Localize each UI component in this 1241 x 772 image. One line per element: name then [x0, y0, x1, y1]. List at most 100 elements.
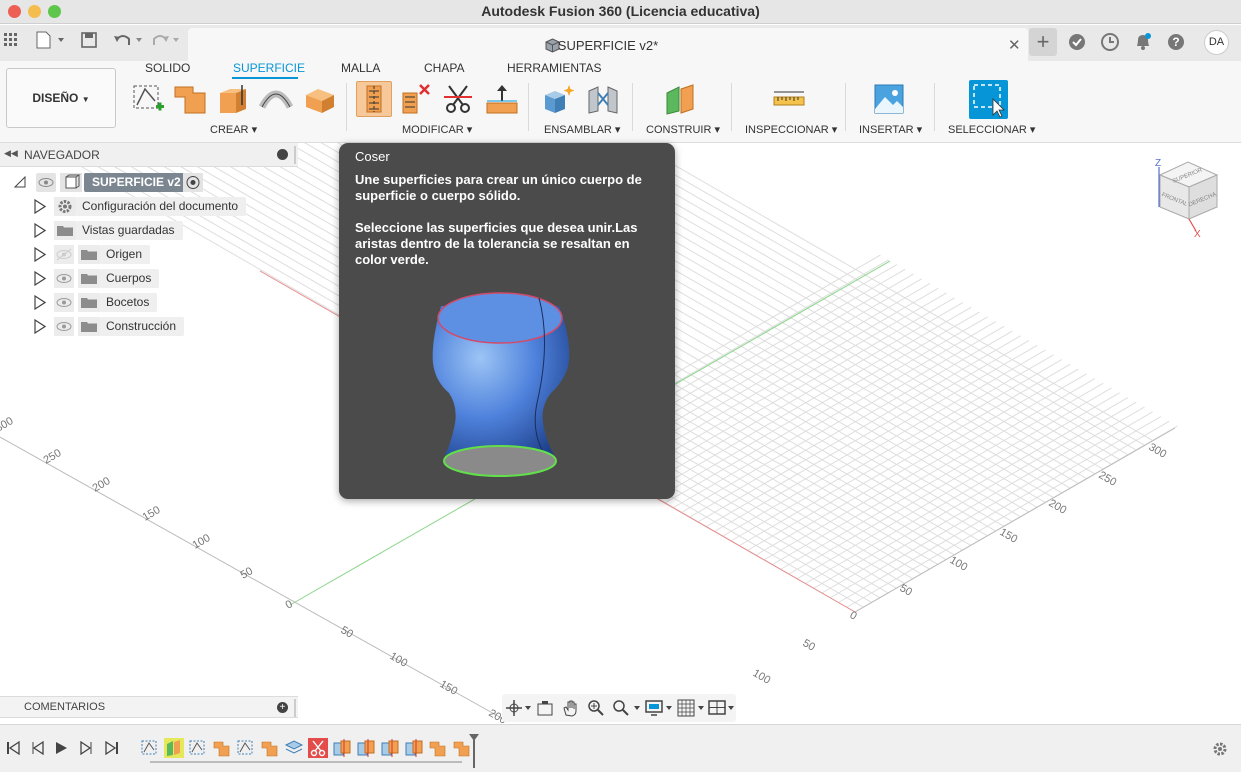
browser-item[interactable]: Vistas guardadas [0, 221, 298, 241]
step-back-icon[interactable] [31, 740, 45, 760]
activate-radio-icon[interactable] [183, 173, 203, 192]
eye-icon[interactable] [54, 269, 74, 288]
zoom-icon[interactable] [587, 699, 605, 722]
group-modificar[interactable]: MODIFICAR ▾ [402, 123, 472, 136]
new-component-icon[interactable] [542, 83, 576, 115]
tab-malla[interactable]: MALLA [341, 61, 380, 75]
browser-item[interactable]: Configuración del documento [0, 197, 298, 217]
grid-menu-icon[interactable] [4, 32, 18, 52]
timeline-feature-split-icon[interactable] [356, 738, 376, 758]
go-to-end-icon[interactable] [105, 740, 119, 760]
joint-icon[interactable] [586, 83, 620, 115]
browser-item[interactable]: Origen [0, 245, 298, 265]
eye-icon[interactable] [54, 293, 74, 312]
browser-item[interactable]: Cuerpos [0, 269, 298, 289]
group-seleccionar[interactable]: SELECCIONAR ▾ [948, 123, 1035, 136]
timeline-feature-sketch-icon[interactable] [140, 738, 160, 758]
tab-solido[interactable]: SOLIDO [145, 61, 190, 75]
step-forward-icon[interactable] [79, 740, 93, 760]
timeline-feature-sketch-icon[interactable] [236, 738, 256, 758]
sweep-icon[interactable] [258, 83, 294, 115]
timeline-feature-plane-icon[interactable] [284, 738, 304, 758]
minimize-panel-icon[interactable] [277, 149, 288, 160]
viewports-icon[interactable] [708, 699, 738, 722]
file-menu-icon[interactable] [36, 31, 66, 54]
workspace-switcher[interactable]: DISEÑO ▼ [6, 68, 116, 128]
revolve-icon[interactable] [216, 83, 250, 115]
extend-icon[interactable] [485, 83, 519, 115]
fit-zoom-icon[interactable] [612, 699, 642, 722]
group-construir[interactable]: CONSTRUIR ▾ [646, 123, 720, 136]
collapse-triangle-icon[interactable] [13, 175, 26, 191]
document-tab[interactable]: SUPERFICIE v2* ✕ [188, 28, 1028, 61]
close-tab-icon[interactable]: ✕ [1008, 36, 1021, 54]
save-icon[interactable] [81, 32, 97, 53]
select-icon[interactable] [969, 80, 1008, 119]
timeline-feature-sketch-icon[interactable] [188, 738, 208, 758]
group-inspeccionar[interactable]: INSPECCIONAR ▾ [745, 123, 837, 136]
expand-triangle-icon[interactable] [34, 294, 47, 313]
extrude-surface-icon[interactable] [173, 83, 207, 115]
undo-icon[interactable] [113, 31, 145, 54]
browser-item[interactable]: Construcción [0, 317, 298, 337]
user-avatar[interactable]: DA [1204, 30, 1229, 55]
comments-title: COMENTARIOS [24, 701, 106, 713]
grid-label: 200 [91, 475, 113, 495]
timeline-feature-surface-icon[interactable] [428, 738, 448, 758]
browser-item[interactable]: Bocetos [0, 293, 298, 313]
comments-panel[interactable]: COMENTARIOS + [0, 696, 298, 718]
tab-herramientas[interactable]: HERRAMIENTAS [507, 61, 601, 75]
timeline-settings-gear-icon[interactable] [1211, 740, 1229, 763]
unstitch-icon[interactable] [399, 83, 433, 115]
timeline-feature-surface-icon[interactable] [212, 738, 232, 758]
stitch-icon[interactable] [356, 81, 392, 117]
grid-label: 250 [42, 447, 64, 467]
group-crear[interactable]: CREAR ▾ [210, 123, 257, 136]
expand-triangle-icon[interactable] [34, 198, 47, 217]
grid-line [640, 302, 964, 489]
play-icon[interactable] [54, 741, 68, 760]
eye-icon[interactable] [36, 173, 56, 192]
help-icon[interactable]: ? [1167, 33, 1185, 56]
orbit-icon[interactable] [505, 699, 533, 722]
group-insertar[interactable]: INSERTAR ▾ [859, 123, 922, 136]
group-ensamblar[interactable]: ENSAMBLAR ▾ [544, 123, 620, 136]
eye-hidden-icon[interactable] [54, 245, 74, 264]
expand-triangle-icon[interactable] [34, 270, 47, 289]
collapse-panel-icon[interactable]: ◀◀ [4, 148, 18, 159]
timeline-feature-split-icon[interactable] [404, 738, 424, 758]
online-status-icon[interactable] [1068, 33, 1086, 56]
redo-icon[interactable] [152, 31, 184, 54]
pan-hand-icon[interactable] [561, 699, 579, 722]
insert-image-icon[interactable] [873, 83, 907, 115]
expand-triangle-icon[interactable] [34, 246, 47, 265]
notifications-bell-icon[interactable] [1134, 32, 1152, 56]
timeline-feature-trim-icon[interactable] [308, 738, 328, 758]
patch-icon[interactable] [302, 83, 336, 115]
create-sketch-icon[interactable] [131, 83, 165, 115]
timeline-marker[interactable] [469, 734, 479, 772]
timeline-feature-split-icon[interactable] [380, 738, 400, 758]
expand-triangle-icon[interactable] [34, 318, 47, 337]
eye-icon[interactable] [54, 317, 74, 336]
timeline-feature-surface-green-icon[interactable] [164, 738, 184, 758]
go-to-start-icon[interactable] [6, 740, 20, 760]
expand-triangle-icon[interactable] [34, 222, 47, 241]
tab-chapa[interactable]: CHAPA [424, 61, 464, 75]
grid-label: 50 [339, 624, 356, 641]
tab-superficie[interactable]: SUPERFICIE [233, 61, 305, 75]
trim-scissors-icon[interactable] [442, 83, 476, 115]
add-comment-icon[interactable]: + [277, 702, 288, 713]
look-at-icon[interactable] [536, 699, 554, 722]
grid-line [689, 330, 1013, 518]
timeline-feature-surface-icon[interactable] [260, 738, 280, 758]
job-status-icon[interactable] [1101, 33, 1119, 56]
offset-plane-icon[interactable] [664, 83, 698, 115]
new-tab-button[interactable]: + [1029, 28, 1057, 56]
browser-root[interactable]: SUPERFICIE v2 [0, 173, 210, 193]
viewcube[interactable]: SUPERIOR FRONTAL DERECHA Z X [1150, 155, 1230, 240]
measure-icon[interactable] [772, 83, 806, 115]
grid-settings-icon[interactable] [677, 699, 707, 722]
display-settings-icon[interactable] [645, 699, 675, 722]
timeline-feature-split-icon[interactable] [332, 738, 352, 758]
